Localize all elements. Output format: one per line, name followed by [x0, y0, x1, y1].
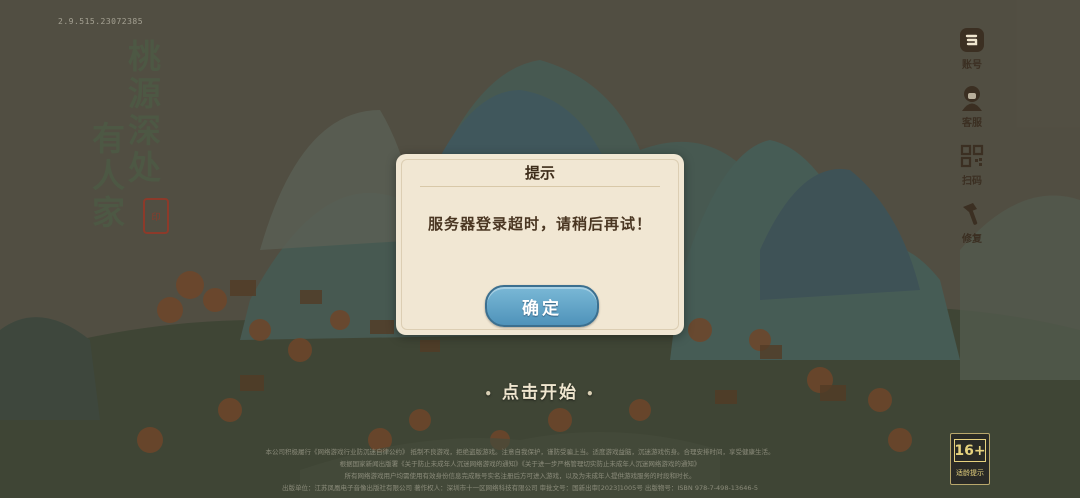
qr-scan-button[interactable]: 扫码 — [952, 142, 992, 187]
logo-char: 有 — [92, 119, 125, 158]
age-rating-value: 16+ — [954, 439, 986, 462]
repair-label: 修复 — [962, 234, 982, 245]
decor-dot: • — [586, 387, 596, 401]
dialog-divider — [420, 186, 660, 187]
age-rating-badge[interactable]: 16+ 适龄提示 — [950, 433, 990, 485]
repair-button[interactable]: 修复 — [952, 200, 992, 245]
dialog-message: 服务器登录超时，请稍后再试！ — [427, 215, 652, 233]
logo-char: 家 — [92, 193, 125, 232]
tap-to-start-label: 点击开始 — [502, 383, 578, 403]
customer-service-icon — [958, 84, 986, 112]
logo-seal: 印 — [143, 198, 169, 234]
account-icon — [958, 26, 986, 54]
logo-char: 深 — [128, 111, 161, 150]
decor-dot: • — [484, 387, 494, 401]
logo-char: 桃 — [128, 37, 161, 76]
logo-char: 人 — [92, 156, 125, 195]
age-rating-label: 适龄提示 — [956, 469, 984, 477]
logo-title-line2: 有 人 家 — [92, 120, 125, 231]
footer-line: 本公司积极履行《网络游戏行业防沉迷自律公约》 抵制不良游戏，拒绝盗版游戏。注意自… — [265, 448, 775, 456]
account-label: 账号 — [962, 60, 982, 71]
footer-line: 根据国家新闻出版署《关于防止未成年人沉迷网络游戏的通知》《关于进一步严格管理切实… — [339, 460, 701, 468]
footer-line: 出版单位：江苏凤凰电子音像出版社有限公司 著作权人：深圳市十一区网络科技有限公司… — [282, 484, 758, 492]
compliance-footer: 本公司积极履行《网络游戏行业防沉迷自律公约》 抵制不良游戏，拒绝盗版游戏。注意自… — [80, 446, 960, 494]
qr-scan-label: 扫码 — [962, 176, 982, 187]
customer-service-label: 客服 — [962, 118, 982, 129]
logo-char: 处 — [128, 148, 161, 187]
confirm-button[interactable]: 确定 — [485, 285, 599, 327]
side-menu: 账号 客服 扫码 修复 — [952, 26, 992, 258]
footer-line: 所有网络游戏用户均需使用有效身份信息完成账号实名注册后方可进入游戏，以及为未成年… — [344, 472, 696, 480]
tap-to-start[interactable]: • 点击开始 • — [450, 378, 630, 403]
dialog-title: 提示 — [524, 164, 555, 182]
version-label: 2.9.515.23072385 — [58, 17, 144, 26]
account-button[interactable]: 账号 — [952, 26, 992, 71]
logo-title-line1: 桃 源 深 处 — [128, 38, 161, 186]
qr-scan-icon — [958, 142, 986, 170]
game-logo: 桃 源 深 处 有 人 家 印 — [90, 38, 190, 248]
alert-dialog: 提示 服务器登录超时，请稍后再试！ 确定 — [396, 154, 684, 335]
logo-char: 源 — [128, 74, 161, 113]
customer-service-button[interactable]: 客服 — [952, 84, 992, 129]
repair-hammer-icon — [958, 200, 986, 228]
